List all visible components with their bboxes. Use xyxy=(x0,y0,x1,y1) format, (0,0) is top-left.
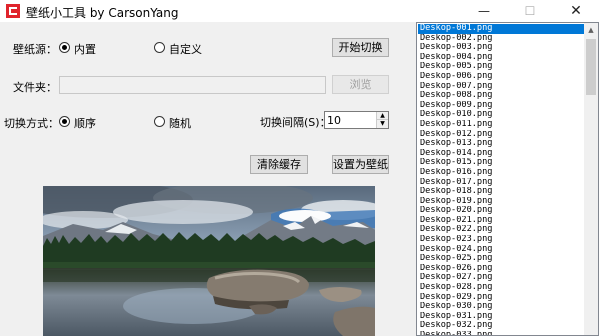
window-title: 壁纸小工具 by CarsonYang xyxy=(26,6,179,20)
file-list-item[interactable]: Deskop-031.png xyxy=(418,312,585,322)
set-wallpaper-button[interactable]: 设置为壁纸 xyxy=(332,155,389,174)
file-list-item[interactable]: Deskop-007.png xyxy=(418,82,585,92)
interval-stepper[interactable]: 10 ▲ ▼ xyxy=(324,111,389,129)
file-list-item[interactable]: Deskop-004.png xyxy=(418,53,585,63)
file-list-items: Deskop-001.png Deskop-002.png Deskop-003.p… xyxy=(418,24,585,335)
file-list-item[interactable]: Deskop-018.png xyxy=(418,187,585,197)
interval-label: 切换间隔(S)： xyxy=(260,116,331,129)
file-list-item[interactable]: Deskop-023.png xyxy=(418,235,585,245)
file-list-item[interactable]: Deskop-010.png xyxy=(418,110,585,120)
file-list-item[interactable]: Deskop-001.png xyxy=(418,24,585,34)
title-bar: 壁纸小工具 by CarsonYang — ☐ ✕ xyxy=(0,0,599,22)
file-list-item[interactable]: Deskop-022.png xyxy=(418,225,585,235)
browse-button[interactable]: 浏览 xyxy=(332,75,389,94)
file-list-item[interactable]: Deskop-021.png xyxy=(418,216,585,226)
file-list-item[interactable]: Deskop-006.png xyxy=(418,72,585,82)
radio-builtin-label[interactable]: 内置 xyxy=(74,41,96,57)
radio-random[interactable] xyxy=(154,116,165,127)
file-list-item[interactable]: Deskop-013.png xyxy=(418,139,585,149)
spin-up-icon[interactable]: ▲ xyxy=(377,112,388,120)
file-list-item[interactable]: Deskop-025.png xyxy=(418,254,585,264)
radio-sequential[interactable] xyxy=(59,116,70,127)
folder-label: 文件夹： xyxy=(13,81,57,94)
radio-builtin[interactable] xyxy=(59,42,70,53)
file-list-item[interactable]: Deskop-012.png xyxy=(418,130,585,140)
file-list-item[interactable]: Deskop-026.png xyxy=(418,264,585,274)
file-list-item[interactable]: Deskop-024.png xyxy=(418,245,585,255)
radio-random-label[interactable]: 随机 xyxy=(169,115,191,131)
spin-down-icon[interactable]: ▼ xyxy=(377,120,388,128)
file-list-item[interactable]: Deskop-002.png xyxy=(418,34,585,44)
file-list-item[interactable]: Deskop-020.png xyxy=(418,206,585,216)
interval-value[interactable]: 10 xyxy=(327,114,341,127)
file-list-item[interactable]: Deskop-019.png xyxy=(418,197,585,207)
vertical-scrollbar[interactable]: ▲ xyxy=(584,23,598,335)
file-list-item[interactable]: Deskop-008.png xyxy=(418,91,585,101)
radio-sequential-label[interactable]: 顺序 xyxy=(74,115,96,131)
file-list-item[interactable]: Deskop-016.png xyxy=(418,168,585,178)
close-button[interactable]: ✕ xyxy=(553,0,599,22)
spin-arrows[interactable]: ▲ ▼ xyxy=(376,112,388,128)
clear-cache-button[interactable]: 清除缓存 xyxy=(250,155,308,174)
file-list-item[interactable]: Deskop-011.png xyxy=(418,120,585,130)
mode-label: 切换方式： xyxy=(4,117,59,130)
wallpaper-app-icon xyxy=(6,4,20,18)
file-list-item[interactable]: Deskop-033.png xyxy=(418,331,585,335)
file-list-item[interactable]: Deskop-027.png xyxy=(418,273,585,283)
file-list-item[interactable]: Deskop-030.png xyxy=(418,302,585,312)
chevron-up-icon[interactable]: ▲ xyxy=(584,23,598,37)
source-label: 壁纸源： xyxy=(13,43,57,56)
radio-custom-label[interactable]: 自定义 xyxy=(169,41,202,57)
file-list-item[interactable]: Deskop-017.png xyxy=(418,178,585,188)
file-list-item[interactable]: Deskop-005.png xyxy=(418,62,585,72)
radio-custom[interactable] xyxy=(154,42,165,53)
folder-path-input[interactable] xyxy=(59,76,326,94)
file-list-item[interactable]: Deskop-029.png xyxy=(418,293,585,303)
file-list-item[interactable]: Deskop-014.png xyxy=(418,149,585,159)
file-list-item[interactable]: Deskop-032.png xyxy=(418,321,585,331)
file-list-item[interactable]: Deskop-015.png xyxy=(418,158,585,168)
file-list-item[interactable]: Deskop-003.png xyxy=(418,43,585,53)
maximize-button[interactable]: ☐ xyxy=(507,0,553,22)
scroll-thumb[interactable] xyxy=(586,39,596,95)
wallpaper-preview xyxy=(43,186,375,336)
file-list-item[interactable]: Deskop-028.png xyxy=(418,283,585,293)
minimize-button[interactable]: — xyxy=(461,0,507,22)
file-list[interactable]: Deskop-001.png Deskop-002.png Deskop-003.p… xyxy=(416,22,599,336)
start-switch-button[interactable]: 开始切换 xyxy=(332,38,389,57)
file-list-item[interactable]: Deskop-009.png xyxy=(418,101,585,111)
